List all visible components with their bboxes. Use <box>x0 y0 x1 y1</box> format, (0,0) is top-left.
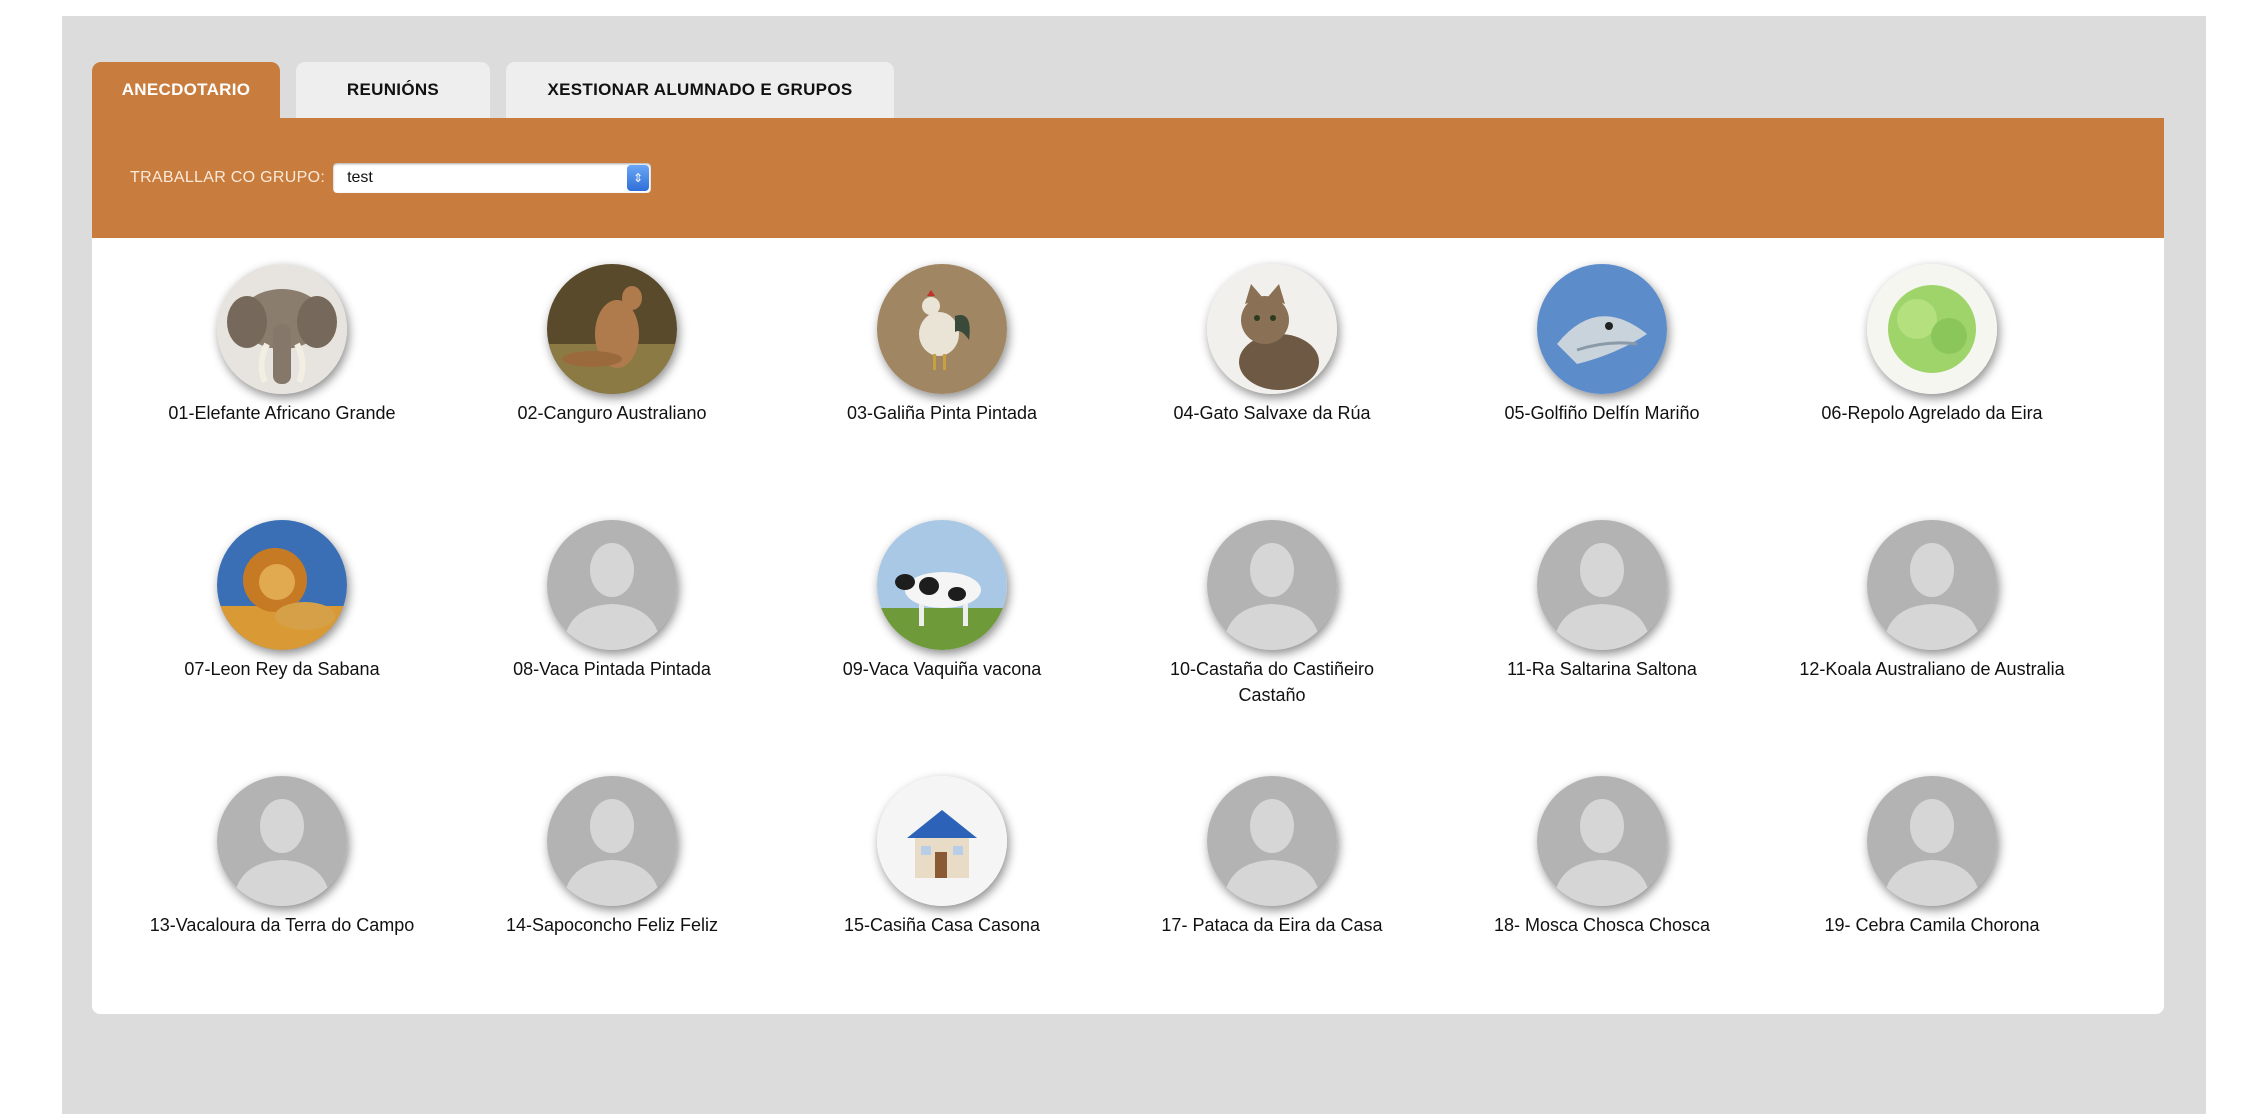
student-name: 01-Elefante Africano Grande <box>168 403 396 423</box>
default-user-icon <box>1867 776 1997 906</box>
student-name: 05-Golfiño Delfín Mariño <box>1504 403 1700 423</box>
student-name: 10-Castaña do Castiñeiro Castaño <box>1169 659 1375 705</box>
house-avatar <box>877 776 1007 906</box>
student-card[interactable]: 04-Gato Salvaxe da Rúa <box>1107 264 1437 520</box>
lion-avatar <box>217 520 347 650</box>
student-name: 14-Sapoconcho Feliz Feliz <box>505 915 719 935</box>
default-user-icon <box>1867 520 1997 650</box>
student-card[interactable]: 17- Pataca da Eira da Casa <box>1107 776 1437 1032</box>
default-user-icon <box>217 776 347 906</box>
rooster-avatar <box>877 264 1007 394</box>
student-card[interactable]: 03-Galiña Pinta Pintada <box>777 264 1107 520</box>
group-select-value: test <box>347 169 373 186</box>
students-grid: 01-Elefante Africano Grande 02-Canguro A… <box>117 264 2097 1032</box>
default-user-icon <box>547 776 677 906</box>
student-name: 19- Cebra Camila Chorona <box>1824 915 2040 935</box>
default-user-icon <box>1207 776 1337 906</box>
student-card[interactable]: 10-Castaña do Castiñeiro Castaño <box>1107 520 1437 776</box>
student-name: 04-Gato Salvaxe da Rúa <box>1173 403 1371 423</box>
student-card[interactable]: 14-Sapoconcho Feliz Feliz <box>447 776 777 1032</box>
student-name: 12-Koala Australiano de Australia <box>1799 659 2065 679</box>
student-card[interactable]: 19- Cebra Camila Chorona <box>1767 776 2097 1032</box>
default-user-icon <box>1207 520 1337 650</box>
default-user-icon <box>547 520 677 650</box>
student-card[interactable]: 01-Elefante Africano Grande <box>117 264 447 520</box>
student-name: 15-Casiña Casa Casona <box>843 915 1041 935</box>
student-name: 07-Leon Rey da Sabana <box>184 659 380 679</box>
dolphin-avatar <box>1537 264 1667 394</box>
student-name: 08-Vaca Pintada Pintada <box>513 659 711 679</box>
student-card[interactable]: 02-Canguro Australiano <box>447 264 777 520</box>
select-arrows-icon[interactable]: ⇕ <box>627 165 650 191</box>
student-name: 03-Galiña Pinta Pintada <box>846 403 1038 423</box>
app-background: ANECDOTARIO REUNIÓNS XESTIONAR ALUMNADO … <box>62 16 2206 1114</box>
elephant-avatar <box>217 264 347 394</box>
student-name: 06-Repolo Agrelado da Eira <box>1821 403 2043 423</box>
group-select[interactable]: test ⇕ <box>333 163 652 193</box>
tab-xestionar-alumnado[interactable]: XESTIONAR ALUMNADO E GRUPOS <box>506 62 894 118</box>
student-name: 17- Pataca da Eira da Casa <box>1161 915 1383 935</box>
tab-reunions[interactable]: REUNIÓNS <box>296 62 490 118</box>
students-panel: 01-Elefante Africano Grande 02-Canguro A… <box>92 238 2164 1014</box>
student-card[interactable]: 06-Repolo Agrelado da Eira <box>1767 264 2097 520</box>
student-card[interactable]: 09-Vaca Vaquiña vacona <box>777 520 1107 776</box>
cabbage-avatar <box>1867 264 1997 394</box>
student-card[interactable]: 05-Golfiño Delfín Mariño <box>1437 264 1767 520</box>
student-card[interactable]: 07-Leon Rey da Sabana <box>117 520 447 776</box>
student-name: 02-Canguro Australiano <box>517 403 707 423</box>
student-card[interactable]: 12-Koala Australiano de Australia <box>1767 520 2097 776</box>
student-card[interactable]: 18- Mosca Chosca Chosca <box>1437 776 1767 1032</box>
student-card[interactable]: 15-Casiña Casa Casona <box>777 776 1107 1032</box>
kangaroo-avatar <box>547 264 677 394</box>
group-toolbar: TRABALLAR CO GRUPO: test ⇕ <box>92 118 2164 238</box>
cow-avatar <box>877 520 1007 650</box>
tab-anecdotario[interactable]: ANECDOTARIO <box>92 62 280 118</box>
student-card[interactable]: 11-Ra Saltarina Saltona <box>1437 520 1767 776</box>
default-user-icon <box>1537 520 1667 650</box>
student-card[interactable]: 13-Vacaloura da Terra do Campo <box>117 776 447 1032</box>
student-name: 09-Vaca Vaquiña vacona <box>842 659 1042 679</box>
student-name: 13-Vacaloura da Terra do Campo <box>149 915 415 935</box>
group-selector-label: TRABALLAR CO GRUPO: <box>130 169 326 186</box>
tab-bar: ANECDOTARIO REUNIÓNS XESTIONAR ALUMNADO … <box>92 62 894 118</box>
cat-avatar <box>1207 264 1337 394</box>
default-user-icon <box>1537 776 1667 906</box>
student-name: 18- Mosca Chosca Chosca <box>1493 915 1711 935</box>
student-card[interactable]: 08-Vaca Pintada Pintada <box>447 520 777 776</box>
student-name: 11-Ra Saltarina Saltona <box>1507 659 1697 679</box>
